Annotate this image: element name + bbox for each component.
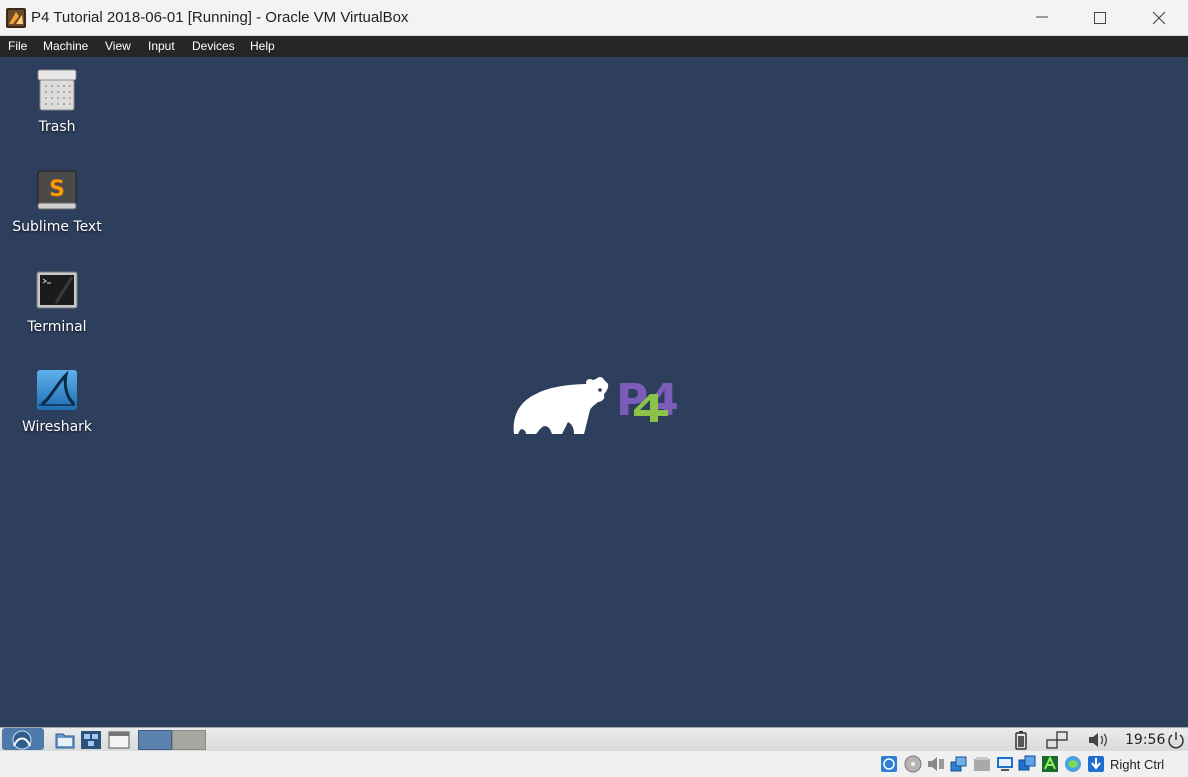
menu-machine[interactable]: Machine (43, 39, 88, 53)
panel-clock[interactable]: 19:56 (1125, 732, 1165, 748)
shared-folder-icon[interactable] (996, 755, 1014, 773)
menu-view[interactable]: View (105, 39, 131, 53)
p4-bear-logo: P4 (513, 375, 679, 434)
network-adapter-icon[interactable] (950, 755, 968, 773)
window-titlebar: P4 Tutorial 2018-06-01 [Running] - Oracl… (0, 0, 1188, 36)
desktop-icon-label: Terminal (27, 319, 87, 335)
volume-icon[interactable] (1087, 730, 1109, 750)
menu-devices[interactable]: Devices (192, 39, 235, 53)
battery-icon[interactable] (1012, 730, 1030, 750)
cpu-icon[interactable] (1064, 755, 1082, 773)
maximize-button[interactable] (1071, 0, 1129, 35)
usb-icon[interactable] (973, 755, 991, 773)
trash-icon (37, 69, 77, 111)
guest-panel: 19:56 (0, 727, 1188, 751)
desktop-icon-label: Trash (38, 119, 76, 135)
menu-file[interactable]: File (8, 39, 27, 53)
power-icon[interactable] (1166, 730, 1186, 750)
minimize-icon (1036, 16, 1048, 18)
vm-status-bar: Right Ctrl (0, 751, 1188, 777)
window-title: P4 Tutorial 2018-06-01 [Running] - Oracl… (31, 9, 409, 26)
workspace-1[interactable] (138, 730, 172, 750)
maximize-icon (1094, 12, 1106, 24)
close-icon (1152, 11, 1166, 25)
window-icon[interactable] (108, 730, 130, 750)
optical-disk-icon[interactable] (904, 755, 922, 773)
workspace-2[interactable] (172, 730, 206, 750)
guest-desktop: Trash S Sublime Text Terminal Wireshark (0, 57, 1188, 727)
vm-menubar: File Machine View Input Devices Help (0, 36, 1188, 57)
minimize-button[interactable] (1013, 0, 1071, 35)
menu-input[interactable]: Input (148, 39, 175, 53)
close-button[interactable] (1130, 0, 1188, 35)
desktop-icon-terminal[interactable]: Terminal (0, 269, 114, 357)
terminal-icon (36, 271, 78, 309)
file-manager-icon[interactable] (54, 730, 76, 750)
virtualbox-icon (6, 8, 26, 28)
network-connection-icon[interactable] (1045, 730, 1069, 750)
menu-help[interactable]: Help (250, 39, 275, 53)
hard-disk-icon[interactable] (880, 755, 898, 773)
desktop-icon-trash[interactable]: Trash (0, 69, 114, 157)
desktop-icon-sublime-text[interactable]: S Sublime Text (0, 169, 114, 257)
network-icon[interactable] (80, 730, 102, 750)
wireshark-icon (37, 370, 77, 410)
svg-text:S: S (49, 177, 65, 202)
recording-icon[interactable] (1041, 755, 1059, 773)
desktop-icon-wireshark[interactable]: Wireshark (0, 369, 114, 457)
desktop-icon-label: Sublime Text (12, 219, 102, 235)
mouse-integration-icon[interactable] (1087, 755, 1105, 773)
sublime-text-icon: S (37, 170, 77, 210)
app-menu-icon[interactable] (2, 728, 44, 750)
desktop-icon-label: Wireshark (21, 419, 93, 435)
display-icon[interactable] (1018, 755, 1036, 773)
audio-icon[interactable] (927, 755, 945, 773)
host-key-label[interactable]: Right Ctrl (1110, 757, 1164, 772)
